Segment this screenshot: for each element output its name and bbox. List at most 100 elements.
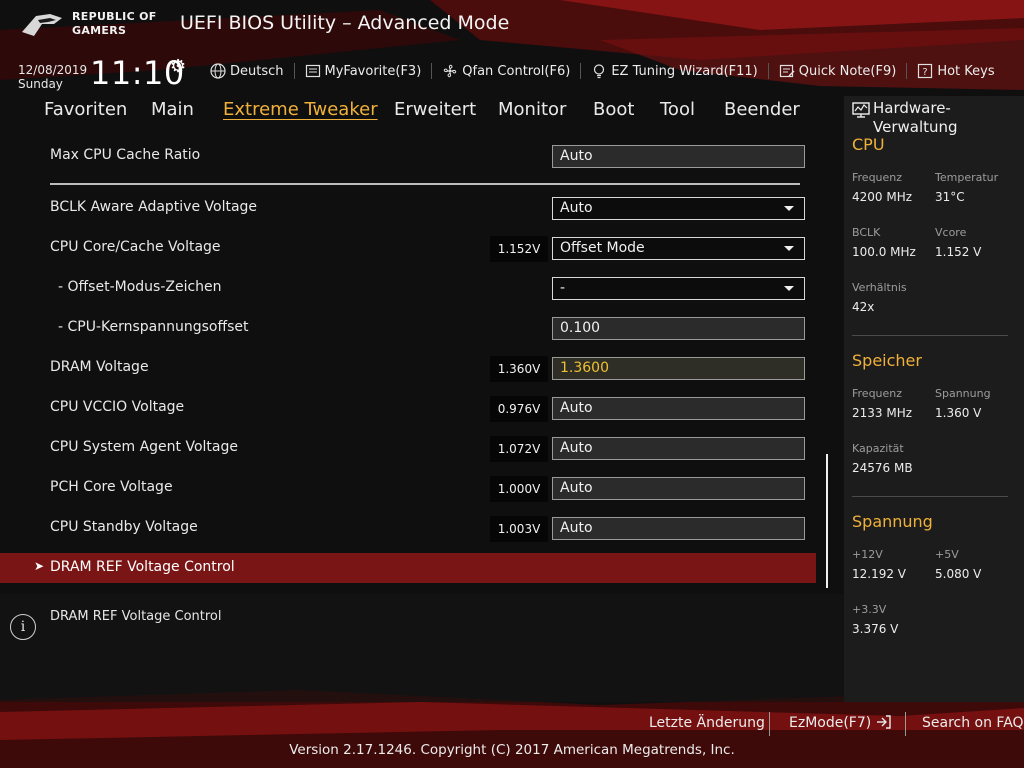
chevron-down-icon <box>784 246 794 251</box>
ez-tuning-button[interactable]: EZ Tuning Wizard(F11) <box>591 63 758 79</box>
tab-beender[interactable]: Beender <box>724 99 800 120</box>
cpu-vccio-voltage-field[interactable]: Auto <box>552 397 805 420</box>
logo-line-2: GAMERS <box>72 24 127 37</box>
max-cpu-cache-ratio-field[interactable]: Auto <box>552 145 805 168</box>
cpu-frequency-value: 4200 MHz <box>852 190 913 204</box>
footer-bar: Letzte Änderung EzMode(F7) Search on FAQ… <box>0 702 1024 768</box>
field-value: Auto <box>560 400 593 416</box>
voltage-readout: 1.360V <box>490 356 548 382</box>
qfan-label: Qfan Control(F6) <box>462 63 571 79</box>
qfan-button[interactable]: Qfan Control(F6) <box>442 63 570 79</box>
section-divider <box>852 335 1008 336</box>
setting-label: CPU System Agent Voltage <box>50 439 238 455</box>
gear-icon[interactable]: ⚙ <box>170 56 186 77</box>
offset-sign-dropdown[interactable]: - <box>552 277 805 300</box>
setting-label: CPU Standby Voltage <box>50 519 198 535</box>
bclk-value: 100.0 MHz <box>852 245 916 259</box>
voltage-heading: Spannung <box>852 512 933 531</box>
logo-line-1: REPUBLIC OF <box>72 10 157 23</box>
footer-divider <box>769 712 770 736</box>
v33-value: 3.376 V <box>852 622 899 636</box>
setting-label: BCLK Aware Adaptive Voltage <box>50 199 258 215</box>
header-bar: REPUBLIC OF GAMERS UEFI BIOS Utility – A… <box>0 0 1024 96</box>
hot-keys-label: Hot Keys <box>937 63 995 79</box>
field-value: Auto <box>560 200 593 216</box>
help-info-area: i DRAM REF Voltage Control <box>0 594 844 702</box>
bclk-label: BCLK <box>852 226 881 239</box>
v33-label: +3.3V <box>852 603 887 616</box>
bclk-aware-voltage-dropdown[interactable]: Auto <box>552 197 805 220</box>
hardware-monitor-title: Hardware-Verwaltung <box>873 99 958 136</box>
toolbar-divider <box>906 63 908 79</box>
date-display: 12/08/2019 Sunday <box>18 63 87 91</box>
voltage-readout: 1.152V <box>490 236 548 262</box>
tab-tool[interactable]: Tool <box>660 99 695 120</box>
v12-value: 12.192 V <box>852 567 907 581</box>
cpu-core-offset-field[interactable]: 0.100 <box>552 317 805 340</box>
ez-tuning-label: EZ Tuning Wizard(F11) <box>611 63 758 79</box>
hardware-monitor-panel: Hardware-Verwaltung CPU Frequenz Tempera… <box>844 96 1024 702</box>
ezmode-button[interactable]: EzMode(F7) <box>789 715 892 731</box>
chevron-down-icon <box>784 206 794 211</box>
field-value: Auto <box>560 148 593 164</box>
voltage-readout: 1.000V <box>490 476 548 502</box>
tab-favoriten[interactable]: Favoriten <box>44 99 127 120</box>
section-divider <box>50 183 800 185</box>
memory-heading: Speicher <box>852 351 922 370</box>
logo-text: REPUBLIC OF GAMERS <box>72 10 157 38</box>
tab-monitor[interactable]: Monitor <box>498 99 566 120</box>
field-value: Auto <box>560 480 593 496</box>
setting-label: Max CPU Cache Ratio <box>50 147 201 163</box>
cpu-system-agent-voltage-field[interactable]: Auto <box>552 437 805 460</box>
note-icon <box>779 64 795 78</box>
dram-voltage-field[interactable]: 1.3600 <box>552 357 805 380</box>
ezmode-label: EzMode(F7) <box>789 715 872 731</box>
hot-keys-button[interactable]: ? Hot Keys <box>917 63 995 79</box>
rog-eye-icon <box>22 14 62 36</box>
day-text: Sunday <box>18 77 63 91</box>
field-value: Auto <box>560 440 593 456</box>
toolbar-divider <box>431 63 433 79</box>
cpu-frequency-label: Frequenz <box>852 171 903 184</box>
tab-erweitert[interactable]: Erweitert <box>394 99 476 120</box>
v5-label: +5V <box>935 548 959 561</box>
exit-arrow-icon <box>876 715 891 729</box>
field-value: 1.3600 <box>560 360 609 376</box>
vcore-label: Vcore <box>935 226 967 239</box>
tab-main[interactable]: Main <box>151 99 194 120</box>
field-value: - <box>560 280 566 296</box>
setting-label: PCH Core Voltage <box>50 479 173 495</box>
scrollbar[interactable] <box>826 454 828 588</box>
cpu-temperature-label: Temperatur <box>935 171 999 184</box>
info-icon: i <box>10 614 36 640</box>
footer-divider <box>905 712 906 736</box>
dram-ref-voltage-control-item[interactable]: ➤ DRAM REF Voltage Control <box>0 553 816 583</box>
pch-core-voltage-field[interactable]: Auto <box>552 477 805 500</box>
cpu-standby-voltage-field[interactable]: Auto <box>552 517 805 540</box>
field-value: Offset Mode <box>560 240 645 256</box>
submenu-arrow-icon: ➤ <box>34 559 45 573</box>
language-button[interactable]: Deutsch <box>210 63 284 79</box>
memory-frequency-label: Frequenz <box>852 387 903 400</box>
svg-text:?: ? <box>923 67 928 78</box>
lightbulb-icon <box>594 64 605 79</box>
fan-icon <box>444 64 457 78</box>
rog-logo: REPUBLIC OF GAMERS <box>20 8 170 44</box>
quick-note-button[interactable]: Quick Note(F9) <box>779 63 896 79</box>
tab-boot[interactable]: Boot <box>593 99 634 120</box>
cpu-core-voltage-dropdown[interactable]: Offset Mode <box>552 237 805 260</box>
tab-extreme-tweaker[interactable]: Extreme Tweaker <box>223 99 378 120</box>
memory-voltage-value: 1.360 V <box>935 406 982 420</box>
memory-capacity-value: 24576 MB <box>852 461 913 475</box>
setting-label: - CPU-Kernspannungsoffset <box>58 319 249 335</box>
ratio-label: Verhältnis <box>852 281 907 294</box>
language-label: Deutsch <box>230 63 284 79</box>
search-faq-button[interactable]: Search on FAQ <box>922 715 1024 731</box>
date-text: 12/08/2019 <box>18 63 88 77</box>
myfavorite-button[interactable]: MyFavorite(F3) <box>305 63 421 79</box>
last-change-button[interactable]: Letzte Änderung <box>649 715 765 731</box>
main-nav-tabs: Favoriten Main Extreme Tweaker Erweitert… <box>0 96 844 126</box>
ratio-value: 42x <box>852 300 875 314</box>
voltage-readout: 1.072V <box>490 436 548 462</box>
voltage-readout: 1.003V <box>490 516 548 542</box>
